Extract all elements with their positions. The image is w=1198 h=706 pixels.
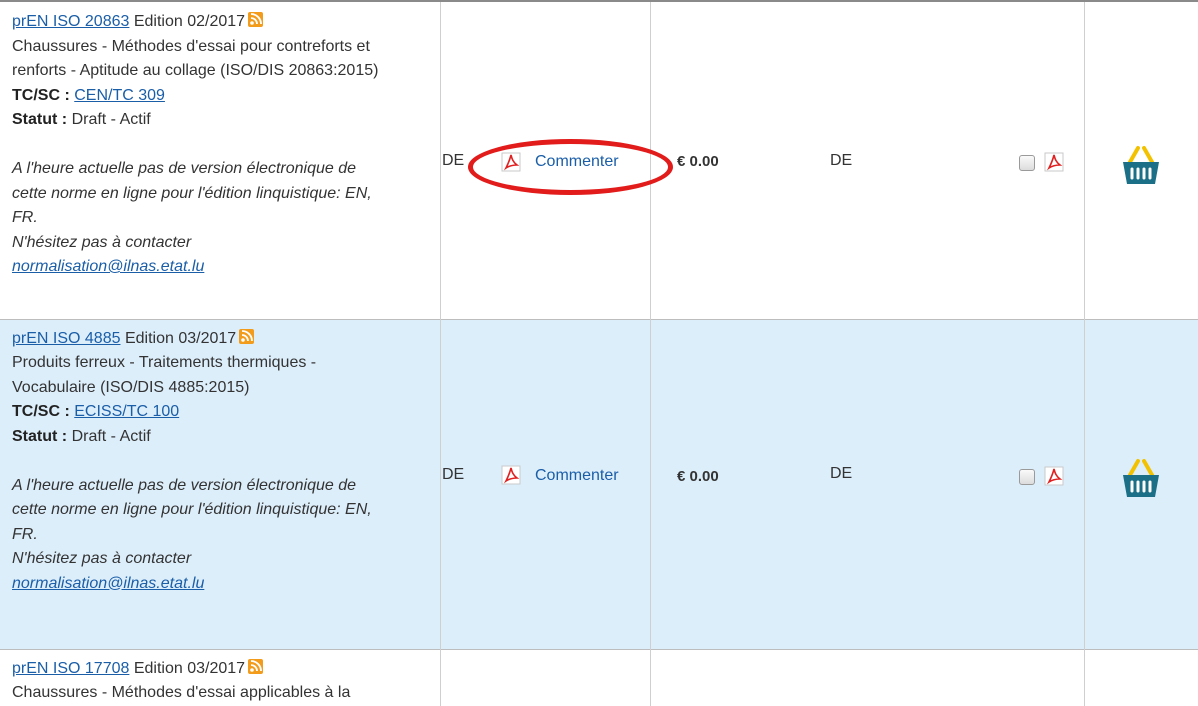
tc-label: TC/SC : xyxy=(12,87,70,104)
standard-title-line: renforts - Aptitude au collage (ISO/DIS … xyxy=(12,62,378,79)
note-line: FR. xyxy=(12,209,38,226)
rss-icon[interactable] xyxy=(248,659,263,674)
tc-label: TC/SC : xyxy=(12,403,70,420)
language-code: DE xyxy=(442,152,464,170)
language-code: DE xyxy=(442,466,464,484)
note-line: A l'heure actuelle pas de version électr… xyxy=(12,160,356,177)
price-cell: € 0.00 DE xyxy=(651,1,1085,319)
standard-title-line: Chaussures - Méthodes d'essai pour contr… xyxy=(12,38,370,55)
rss-icon[interactable] xyxy=(248,12,263,27)
status-label: Statut : xyxy=(12,111,67,128)
note-line: N'hésitez pas à contacter xyxy=(12,234,191,251)
basket-cell xyxy=(1085,319,1198,649)
standard-info-cell: prEN ISO 4885 Edition 03/2017 Produits f… xyxy=(0,319,441,649)
note-line: cette norme en ligne pour l'édition linq… xyxy=(12,185,372,202)
standard-title-line: Produits ferreux - Traitements thermique… xyxy=(12,354,316,371)
pdf-icon[interactable] xyxy=(501,465,521,485)
tc-link[interactable]: ECISS/TC 100 xyxy=(74,403,179,420)
edition-text: Edition 02/2017 xyxy=(134,13,245,30)
standard-link[interactable]: prEN ISO 17708 xyxy=(12,660,129,677)
standard-link[interactable]: prEN ISO 20863 xyxy=(12,13,129,30)
status-label: Statut : xyxy=(12,428,67,445)
language-code: DE xyxy=(830,465,852,483)
price-value: € 0.00 xyxy=(677,153,719,170)
select-checkbox[interactable] xyxy=(1019,469,1035,485)
contact-email-link[interactable]: normalisation@ilnas.etat.lu xyxy=(12,258,204,275)
status-value: Draft - Actif xyxy=(72,111,151,128)
pdf-icon[interactable] xyxy=(1044,466,1064,486)
standard-link[interactable]: prEN ISO 4885 xyxy=(12,330,121,347)
standard-title-line: Vocabulaire (ISO/DIS 4885:2015) xyxy=(12,379,249,396)
basket-cell xyxy=(1085,649,1198,706)
basket-cell xyxy=(1085,1,1198,319)
note-line: FR. xyxy=(12,526,38,543)
edition-text: Edition 03/2017 xyxy=(134,660,245,677)
highlight-circle xyxy=(468,139,673,195)
price-value: € 0.00 xyxy=(677,468,719,485)
select-checkbox[interactable] xyxy=(1019,155,1035,171)
price-cell: € 0.00 DE xyxy=(651,319,1085,649)
standard-info-cell: prEN ISO 17708 Edition 03/2017 Chaussure… xyxy=(0,649,441,706)
contact-email-link[interactable]: normalisation@ilnas.etat.lu xyxy=(12,575,204,592)
commenter-link[interactable]: Commenter xyxy=(535,467,619,485)
pdf-icon[interactable] xyxy=(1044,152,1064,172)
note-line: cette norme en ligne pour l'édition linq… xyxy=(12,501,372,518)
status-value: Draft - Actif xyxy=(72,428,151,445)
language-comment-cell xyxy=(441,649,651,706)
basket-icon[interactable] xyxy=(1121,455,1161,504)
basket-icon[interactable] xyxy=(1121,142,1161,191)
price-cell xyxy=(651,649,1085,706)
standard-title-line: Chaussures - Méthodes d'essai applicable… xyxy=(12,684,350,701)
rss-icon[interactable] xyxy=(239,329,254,344)
edition-text: Edition 03/2017 xyxy=(125,330,236,347)
note-line: N'hésitez pas à contacter xyxy=(12,550,191,567)
language-comment-cell: DE Commenter xyxy=(441,319,651,649)
standard-info-cell: prEN ISO 20863 Edition 02/2017 Chaussure… xyxy=(0,1,441,319)
tc-link[interactable]: CEN/TC 309 xyxy=(74,87,165,104)
note-line: A l'heure actuelle pas de version électr… xyxy=(12,477,356,494)
language-code: DE xyxy=(830,152,852,170)
